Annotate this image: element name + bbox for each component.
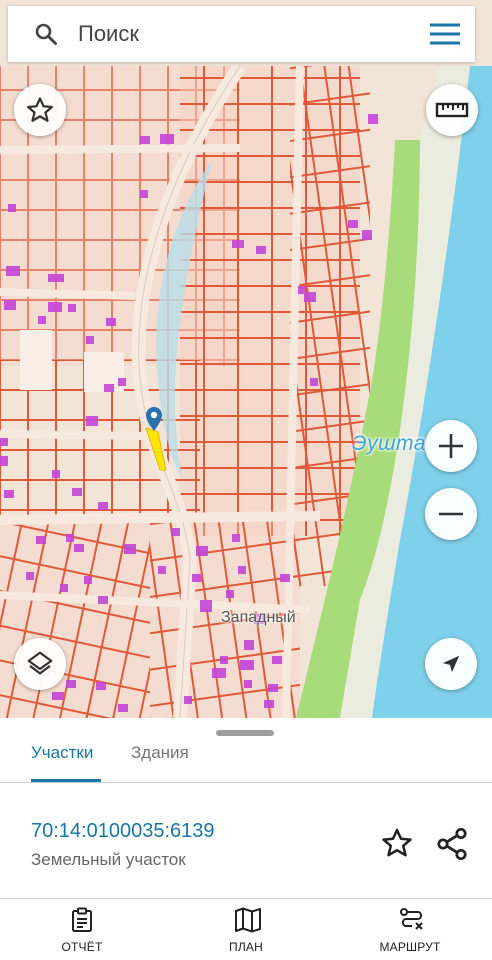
zoom-out-button[interactable] — [425, 488, 477, 540]
favorite-map-button[interactable] — [14, 84, 66, 136]
bottom-navigation: ОТЧЁТ ПЛАН МАРШРУТ — [0, 898, 492, 960]
tab-parcels[interactable]: Участки — [31, 743, 93, 763]
nav-report-label: ОТЧЁТ — [61, 940, 103, 954]
search-icon[interactable] — [34, 22, 58, 46]
layers-button[interactable] — [14, 638, 66, 690]
parcel-type: Земельный участок — [31, 850, 186, 869]
map-plan-icon — [235, 907, 261, 933]
nav-plan-label: ПЛАН — [229, 940, 263, 954]
locate-button[interactable] — [425, 638, 477, 690]
app-screen: Эушта Западный Поиск Участки Здания 70:1… — [0, 0, 492, 960]
locate-icon — [442, 655, 460, 673]
share-icon[interactable] — [434, 826, 470, 862]
tab-buildings[interactable]: Здания — [131, 743, 189, 763]
nav-report[interactable]: ОТЧЁТ — [22, 899, 142, 960]
district-label: Западный — [221, 609, 296, 626]
nav-route-label: МАРШРУТ — [379, 940, 441, 954]
zoom-in-icon — [439, 434, 463, 458]
zoom-out-icon — [439, 512, 463, 516]
map-view[interactable]: Эушта Западный — [0, 0, 492, 718]
search-input[interactable] — [78, 18, 408, 50]
search-bar — [8, 6, 475, 62]
layers-icon — [27, 651, 53, 675]
cadastral-number[interactable]: 70:14:0100035:6139 — [31, 820, 215, 843]
menu-icon[interactable] — [429, 22, 461, 46]
drag-handle[interactable] — [216, 730, 274, 736]
tabs-divider — [0, 782, 492, 783]
ruler-icon — [435, 102, 469, 118]
report-icon — [72, 907, 92, 932]
river-label: Эушта — [352, 432, 426, 455]
zoom-in-button[interactable] — [425, 420, 477, 472]
nav-route[interactable]: МАРШРУТ — [350, 899, 470, 960]
nav-plan[interactable]: ПЛАН — [186, 899, 306, 960]
map-pin-icon[interactable] — [145, 406, 163, 432]
route-icon — [400, 908, 423, 930]
ruler-button[interactable] — [426, 84, 478, 136]
star-icon[interactable] — [380, 826, 414, 860]
bottom-sheet: Участки Здания 70:14:0100035:6139 Земель… — [0, 718, 492, 898]
star-icon — [27, 97, 53, 122]
